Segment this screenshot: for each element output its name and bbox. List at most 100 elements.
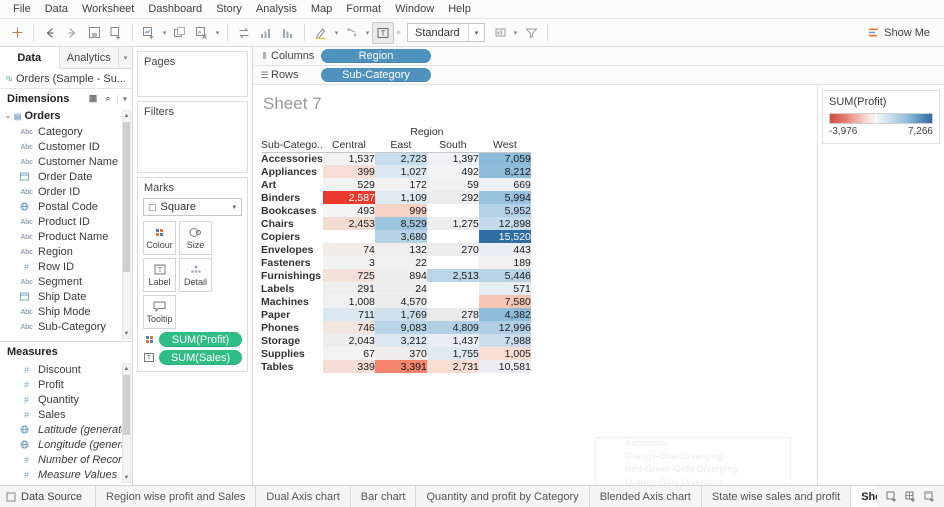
mark-type-dropdown[interactable]: ▢ Square ▾ bbox=[143, 198, 242, 216]
worksheet-tab-blended-axis-chart[interactable]: Blended Axis chart bbox=[590, 486, 702, 507]
heatmap-cell[interactable]: 1,005 bbox=[479, 347, 531, 360]
dimension-field-ship-date[interactable]: Ship Date bbox=[0, 289, 122, 304]
show-me-button[interactable]: Show Me bbox=[860, 25, 938, 41]
fit-dropdown[interactable]: Standard ▾ bbox=[407, 23, 485, 42]
heatmap-cell[interactable]: 3,680 bbox=[375, 230, 427, 243]
heatmap-cell[interactable]: 10,581 bbox=[479, 360, 531, 373]
row-header-phones[interactable]: Phones bbox=[261, 321, 323, 334]
heatmap-cell[interactable]: 669 bbox=[479, 178, 531, 191]
heatmap-cell[interactable]: 529 bbox=[323, 178, 375, 191]
menu-item-data[interactable]: Data bbox=[38, 1, 75, 18]
measure-field-longitude-genera[interactable]: Longitude (genera... bbox=[0, 437, 122, 452]
menu-item-file[interactable]: File bbox=[6, 1, 38, 18]
new-worksheet-icon[interactable] bbox=[138, 22, 160, 44]
heatmap-cell[interactable]: 292 bbox=[427, 191, 479, 204]
dimension-field-customer-name[interactable]: AbcCustomer Name bbox=[0, 154, 122, 169]
columns-shelf[interactable]: ⦀ Columns Region bbox=[253, 47, 944, 66]
heatmap-cell[interactable]: 1,275 bbox=[427, 217, 479, 230]
dimensions-menu-icon[interactable]: ▾ bbox=[117, 95, 129, 103]
detail-button[interactable]: Detail bbox=[179, 258, 212, 292]
marks-pill-sum-profit[interactable]: SUM(Profit) bbox=[159, 332, 242, 347]
colour-button[interactable]: Colour bbox=[143, 221, 176, 255]
dimension-field-order-id[interactable]: AbcOrder ID bbox=[0, 184, 122, 199]
heatmap-cell[interactable]: 1,437 bbox=[427, 334, 479, 347]
menu-item-dashboard[interactable]: Dashboard bbox=[141, 1, 209, 18]
worksheet-tab-sheet-7[interactable]: Sheet 7 bbox=[851, 486, 877, 507]
scroll-down-icon[interactable]: ▼ bbox=[123, 329, 130, 338]
dimension-field-postal-code[interactable]: Postal Code bbox=[0, 199, 122, 214]
pages-card[interactable]: Pages bbox=[137, 51, 248, 97]
heatmap-cell[interactable]: 492 bbox=[427, 165, 479, 178]
heatmap-cell[interactable]: 370 bbox=[375, 347, 427, 360]
measure-field-discount[interactable]: #Discount bbox=[0, 362, 122, 377]
heatmap-cell[interactable]: 132 bbox=[375, 243, 427, 256]
clear-sheet-caret-icon[interactable]: ▾ bbox=[213, 29, 222, 37]
row-header-furnishings[interactable]: Furnishings bbox=[261, 269, 323, 282]
col-header-east[interactable]: East bbox=[375, 138, 427, 152]
heatmap-cell[interactable]: 894 bbox=[375, 269, 427, 282]
heatmap-cell[interactable]: 2,513 bbox=[427, 269, 479, 282]
worksheet-tab-dual-axis-chart[interactable]: Dual Axis chart bbox=[256, 486, 350, 507]
heatmap-cell[interactable]: 2,723 bbox=[375, 152, 427, 165]
heatmap-cell[interactable]: 2,453 bbox=[323, 217, 375, 230]
heatmap-cell[interactable]: 15,520 bbox=[479, 230, 531, 243]
save-icon[interactable] bbox=[83, 22, 105, 44]
highlight-icon[interactable] bbox=[310, 22, 332, 44]
scroll-up-icon[interactable]: ▲ bbox=[123, 111, 130, 120]
heatmap-cell[interactable]: 7,580 bbox=[479, 295, 531, 308]
marks-pill-sum-sales[interactable]: SUM(Sales) bbox=[159, 350, 242, 365]
heatmap-cell[interactable] bbox=[427, 256, 479, 269]
heatmap-cell[interactable]: 7,059 bbox=[479, 152, 531, 165]
heatmap-cell[interactable]: 3,391 bbox=[375, 360, 427, 373]
menu-item-story[interactable]: Story bbox=[209, 1, 249, 18]
dimension-field-product-id[interactable]: AbcProduct ID bbox=[0, 214, 122, 229]
col-header-central[interactable]: Central bbox=[323, 138, 375, 152]
heatmap-cell[interactable]: 3,212 bbox=[375, 334, 427, 347]
new-data-source-icon[interactable] bbox=[105, 22, 127, 44]
row-header-labels[interactable]: Labels bbox=[261, 282, 323, 295]
measure-field-measure-values[interactable]: #Measure Values bbox=[0, 467, 122, 482]
worksheet-tab-bar-chart[interactable]: Bar chart bbox=[351, 486, 417, 507]
worksheet-tab-quantity-and-profit-by-category[interactable]: Quantity and profit by Category bbox=[416, 486, 589, 507]
measure-field-sales[interactable]: #Sales bbox=[0, 407, 122, 422]
heatmap-cell[interactable]: 725 bbox=[323, 269, 375, 282]
heatmap-cell[interactable]: 7,988 bbox=[479, 334, 531, 347]
heatmap-cell[interactable]: 399 bbox=[323, 165, 375, 178]
heatmap-cell[interactable]: 8,212 bbox=[479, 165, 531, 178]
dimension-field-sub-category[interactable]: AbcSub-Category bbox=[0, 319, 122, 334]
menu-item-map[interactable]: Map bbox=[304, 1, 339, 18]
new-story-icon-bottom[interactable] bbox=[921, 488, 938, 505]
forward-icon[interactable] bbox=[61, 22, 83, 44]
show-labels-icon[interactable]: T bbox=[372, 22, 394, 44]
dimension-field-segment[interactable]: AbcSegment bbox=[0, 274, 122, 289]
new-worksheet-icon-bottom[interactable] bbox=[883, 488, 900, 505]
heatmap-cell[interactable]: 172 bbox=[375, 178, 427, 191]
heatmap-cell[interactable]: 571 bbox=[479, 282, 531, 295]
label-button[interactable]: T Label bbox=[143, 258, 176, 292]
heatmap-cell[interactable]: 74 bbox=[323, 243, 375, 256]
measures-scrollbar[interactable]: ▲ ▼ bbox=[122, 363, 131, 483]
dimension-field-ship-mode[interactable]: AbcShip Mode bbox=[0, 304, 122, 319]
row-header-envelopes[interactable]: Envelopes bbox=[261, 243, 323, 256]
fix-axes-caret-icon[interactable]: ✧ bbox=[394, 29, 403, 37]
data-source-tab[interactable]: Data Source bbox=[0, 486, 96, 507]
measure-field-number-of-records[interactable]: #Number of Records bbox=[0, 452, 122, 467]
tab-data[interactable]: Data bbox=[0, 47, 60, 69]
dimension-field-order-date[interactable]: Order Date bbox=[0, 169, 122, 184]
heatmap-cell[interactable]: 339 bbox=[323, 360, 375, 373]
heatmap-cell[interactable]: 24 bbox=[375, 282, 427, 295]
rows-shelf[interactable]: ☰ Rows Sub-Category bbox=[253, 66, 944, 85]
scroll-down-icon-2[interactable]: ▼ bbox=[123, 473, 130, 482]
measure-field-profit[interactable]: #Profit bbox=[0, 377, 122, 392]
size-button[interactable]: Size bbox=[179, 221, 212, 255]
heatmap-cell[interactable]: 2,587 bbox=[323, 191, 375, 204]
measure-field-quantity[interactable]: #Quantity bbox=[0, 392, 122, 407]
col-header-south[interactable]: South bbox=[427, 138, 479, 152]
heatmap-cell[interactable]: 12,996 bbox=[479, 321, 531, 334]
heatmap-cell[interactable]: 278 bbox=[427, 308, 479, 321]
row-header-paper[interactable]: Paper bbox=[261, 308, 323, 321]
fit-caret-icon[interactable]: ▾ bbox=[511, 29, 520, 37]
col-header-west[interactable]: West bbox=[479, 138, 531, 152]
row-header-art[interactable]: Art bbox=[261, 178, 323, 191]
row-header-supplies[interactable]: Supplies bbox=[261, 347, 323, 360]
